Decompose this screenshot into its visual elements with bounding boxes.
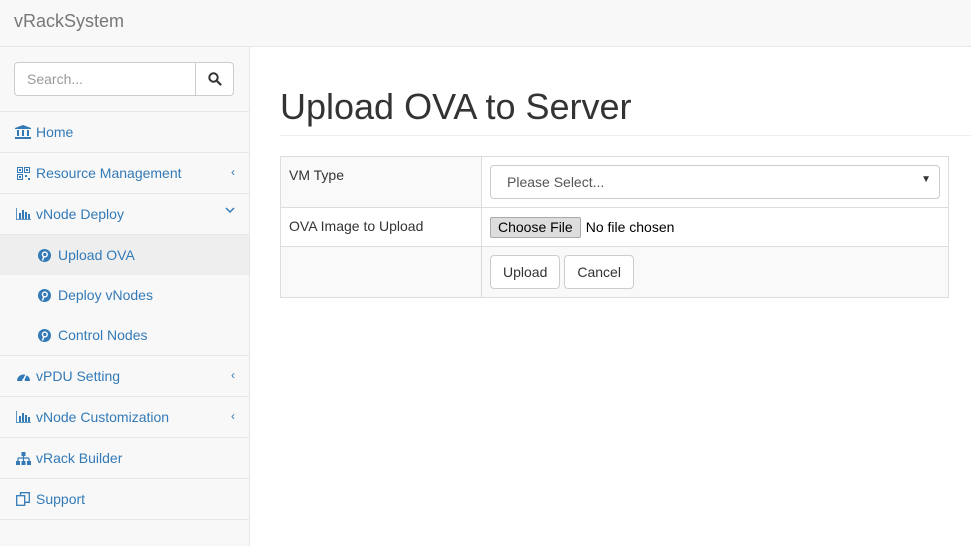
search-button[interactable] (195, 62, 234, 96)
form-row-vm-type: VM Type Please Select... ▼ (280, 156, 949, 208)
sidebar-subitem-label: Control Nodes (58, 327, 148, 343)
action-buttons: Upload Cancel (482, 247, 948, 297)
sidebar-subitem-upload-ova[interactable]: Upload OVA (0, 235, 249, 275)
qrcode-icon (15, 166, 31, 180)
sidebar-item-vnode-deploy[interactable]: vNode Deploy (0, 194, 249, 235)
chevron-left-icon: ‹ (231, 409, 235, 423)
upload-form-table: VM Type Please Select... ▼ OVA Image to … (280, 156, 949, 298)
bar-chart-icon (15, 410, 31, 424)
sidebar-item-label: vPDU Setting (36, 368, 121, 384)
vm-type-label: VM Type (280, 156, 482, 208)
main-content: Upload OVA to Server VM Type Please Sele… (250, 47, 971, 546)
upload-button[interactable]: Upload (490, 255, 561, 289)
dashboard-icon (15, 369, 31, 383)
empty-label-cell (280, 246, 482, 298)
pinterest-icon (38, 248, 51, 262)
sidebar-item-vnode-customization[interactable]: vNode Customization ‹ (0, 397, 249, 438)
no-file-text: No file chosen (585, 219, 675, 235)
bar-chart-icon (15, 207, 31, 221)
sidebar-subitem-label: Deploy vNodes (58, 287, 153, 303)
search-icon (207, 72, 222, 86)
sidebar-item-label: vRack Builder (36, 450, 123, 466)
file-input: Choose File No file chosen (482, 208, 948, 246)
caret-down-icon: ▼ (921, 174, 931, 185)
sitemap-icon (15, 451, 31, 465)
ova-image-label: OVA Image to Upload (280, 207, 482, 247)
ova-image-cell: Choose File No file chosen (481, 207, 949, 247)
choose-file-button[interactable]: Choose File (490, 216, 581, 238)
sidebar-subitem-control-nodes[interactable]: Control Nodes (0, 315, 249, 355)
sidebar-item-resource-management[interactable]: Resource Management ‹ (0, 153, 249, 194)
vm-type-select[interactable]: Please Select... ▼ (490, 165, 940, 199)
title-divider (280, 135, 971, 136)
chevron-left-icon: ‹ (231, 368, 235, 382)
cancel-button[interactable]: Cancel (564, 255, 634, 289)
chevron-left-icon: ‹ (231, 165, 235, 179)
actions-cell: Upload Cancel (481, 246, 949, 298)
chevron-down-icon (225, 203, 235, 217)
sidebar-item-label: Support (36, 491, 86, 507)
bank-icon (15, 125, 31, 139)
sidebar-item-label: Resource Management (36, 165, 182, 181)
sidebar-item-vrack-builder[interactable]: vRack Builder (0, 438, 249, 479)
vm-type-selected-value: Please Select... (507, 174, 605, 190)
sidebar-search (0, 47, 249, 112)
form-row-actions: Upload Cancel (280, 246, 949, 298)
sidebar-subitem-label: Upload OVA (58, 247, 135, 263)
sidebar-item-support[interactable]: Support (0, 479, 249, 520)
brand-link[interactable]: vRackSystem (14, 11, 124, 32)
vm-type-cell: Please Select... ▼ (481, 156, 949, 208)
sidebar-item-label: vNode Deploy (36, 206, 124, 222)
sidebar-subitem-deploy-vnodes[interactable]: Deploy vNodes (0, 275, 249, 315)
sidebar: Home Resource Management ‹ vNode Deploy … (0, 47, 250, 546)
vnode-deploy-submenu: Upload OVA Deploy vNodes Control Nodes (0, 235, 249, 356)
search-input[interactable] (14, 62, 196, 96)
sidebar-item-label: Home (36, 124, 74, 140)
form-row-ova-image: OVA Image to Upload Choose File No file … (280, 207, 949, 247)
sidebar-item-home[interactable]: Home (0, 112, 249, 153)
page-title: Upload OVA to Server (280, 86, 632, 127)
sidebar-item-vpdu-setting[interactable]: vPDU Setting ‹ (0, 356, 249, 397)
pinterest-icon (38, 288, 51, 302)
sidebar-item-label: vNode Customization (36, 409, 170, 425)
top-navbar: vRackSystem (0, 0, 971, 47)
copy-icon (15, 492, 31, 506)
pinterest-icon (38, 328, 51, 342)
